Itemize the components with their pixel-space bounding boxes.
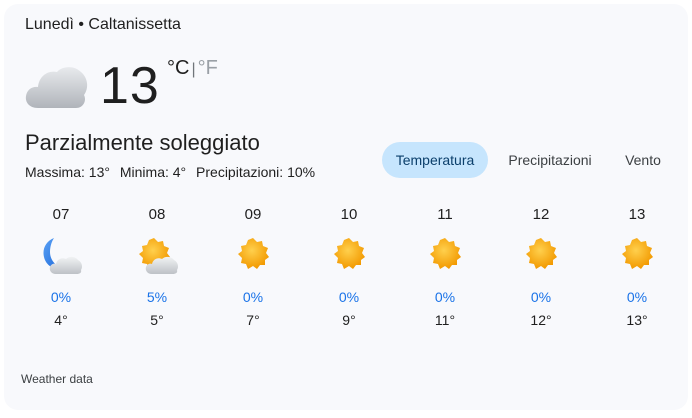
hour-temperature: 4° — [54, 312, 68, 328]
hour-precipitation: 0% — [338, 289, 360, 305]
hour-temperature: 12° — [530, 312, 552, 328]
forecast-tabs: Temperatura Precipitazioni Vento — [0, 142, 692, 178]
hour-temperature: 7° — [246, 312, 260, 328]
unit-toggle: °C | °F — [167, 56, 218, 82]
hour-temperature: 13° — [626, 312, 648, 328]
current-temperature: 13 — [100, 57, 160, 115]
hourly-item[interactable]: 13 0% 13° — [607, 204, 667, 329]
sun-icon — [334, 238, 365, 269]
hourly-item[interactable]: 09 0% 7° — [223, 204, 283, 329]
moon-cloud-icon — [43, 238, 82, 274]
hourly-item[interactable]: 12 0% 12° — [511, 204, 571, 329]
hour-time: 11 — [437, 206, 453, 223]
hour-precipitation: 0% — [434, 289, 456, 305]
sun-icon — [430, 238, 461, 269]
hour-time: 08 — [148, 206, 166, 223]
hour-precipitation: 5% — [146, 289, 168, 305]
sun-icon — [622, 238, 653, 269]
sun-cloud-icon — [139, 238, 178, 274]
tab-temperature[interactable]: Temperatura — [382, 142, 488, 178]
day-location-header: Lunedì • Caltanissetta — [25, 16, 181, 33]
tab-precipitation[interactable]: Precipitazioni — [496, 142, 604, 178]
hour-precipitation: 0% — [530, 289, 552, 305]
weather-data-link[interactable]: Weather data — [21, 372, 93, 386]
hour-temperature: 9° — [342, 312, 356, 328]
hour-temperature: 5° — [150, 312, 164, 328]
hourly-item[interactable]: 11 0% 11° — [415, 204, 475, 329]
hour-temperature: 11° — [434, 312, 456, 328]
sun-icon — [238, 238, 269, 269]
hourly-item[interactable]: 10 0% 9° — [319, 204, 379, 329]
hourly-item[interactable]: 08 5% 5° — [127, 204, 187, 329]
celsius-toggle[interactable]: °C — [167, 57, 189, 79]
hour-time: 10 — [340, 206, 358, 223]
hourly-item[interactable]: 07 0% 4° — [31, 204, 91, 329]
cloudy-icon — [25, 67, 88, 108]
hour-precipitation: 0% — [626, 289, 648, 305]
hour-time: 13 — [628, 206, 646, 223]
sun-icon — [526, 238, 557, 269]
hour-time: 07 — [52, 206, 70, 223]
unit-separator: | — [191, 61, 196, 78]
hour-precipitation: 0% — [242, 289, 264, 305]
hour-time: 12 — [532, 206, 550, 223]
fahrenheit-toggle[interactable]: °F — [198, 57, 218, 79]
hour-time: 09 — [244, 206, 262, 223]
tab-wind[interactable]: Vento — [612, 142, 674, 178]
hour-precipitation: 0% — [50, 289, 72, 305]
